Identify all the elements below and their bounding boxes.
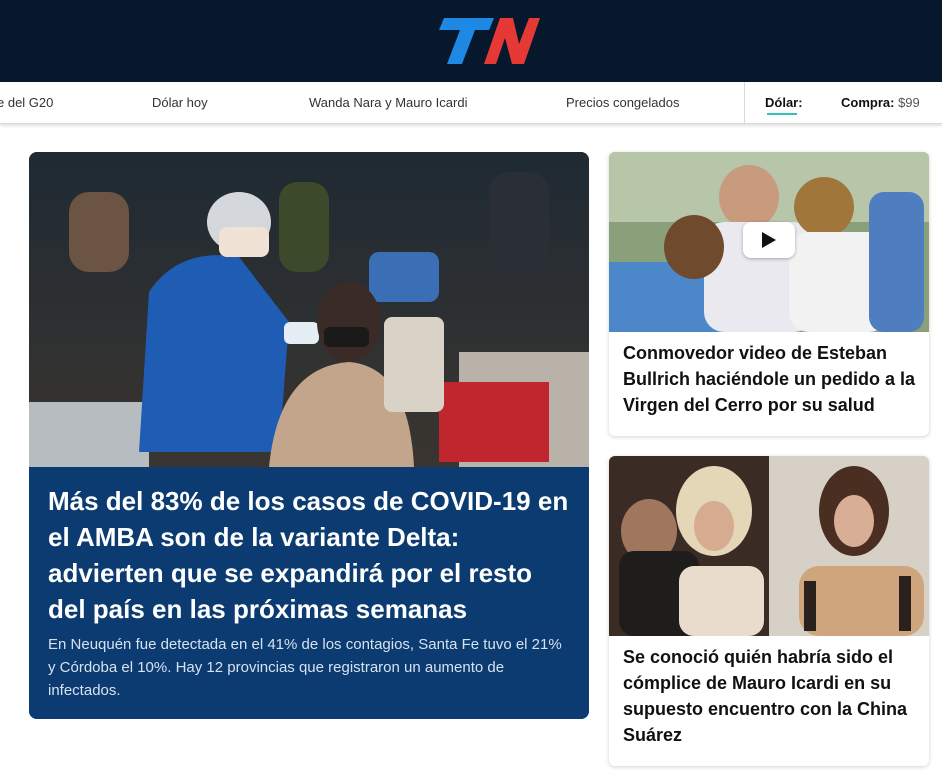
nav-link-wanda-icardi[interactable]: Wanda Nara y Mauro Icardi <box>309 95 467 110</box>
nav-link-g20[interactable]: e del G20 <box>0 95 53 110</box>
main-story-image[interactable] <box>29 152 589 467</box>
dolar-compra-rate: Compra: $99 <box>841 95 920 110</box>
nav-divider <box>744 82 745 123</box>
site-header <box>0 0 942 82</box>
nav-link-dolar-hoy[interactable]: Dólar hoy <box>152 95 208 110</box>
main-story-card[interactable]: Más del 83% de los casos de COVID-19 en … <box>29 152 589 719</box>
dolar-tab-underline <box>767 113 797 115</box>
compra-value: $99 <box>898 95 920 110</box>
tn-logo[interactable] <box>436 16 540 66</box>
compra-label: Compra: <box>841 95 895 110</box>
nav-bar: e del G20 Dólar hoy Wanda Nara y Mauro I… <box>0 82 942 124</box>
main-story-summary: En Neuquén fue detectada en el 41% de lo… <box>48 636 562 699</box>
nav-link-precios-congelados[interactable]: Precios congelados <box>566 95 679 110</box>
play-icon <box>762 232 776 248</box>
side-story-image-icardi[interactable] <box>609 456 929 636</box>
dolar-tab[interactable]: Dólar: <box>765 95 803 110</box>
main-story-title[interactable]: Más del 83% de los casos de COVID-19 en … <box>48 483 570 627</box>
main-story-text: Más del 83% de los casos de COVID-19 en … <box>29 467 589 719</box>
side-story-card-bullrich[interactable]: Conmovedor video de Esteban Bullrich hac… <box>609 152 929 436</box>
side-story-title-bullrich[interactable]: Conmovedor video de Esteban Bullrich hac… <box>623 340 919 418</box>
side-story-title-icardi[interactable]: Se conoció quién habría sido el cómplice… <box>623 644 919 748</box>
side-story-card-icardi[interactable]: Se conoció quién habría sido el cómplice… <box>609 456 929 766</box>
video-play-button[interactable] <box>743 222 795 258</box>
